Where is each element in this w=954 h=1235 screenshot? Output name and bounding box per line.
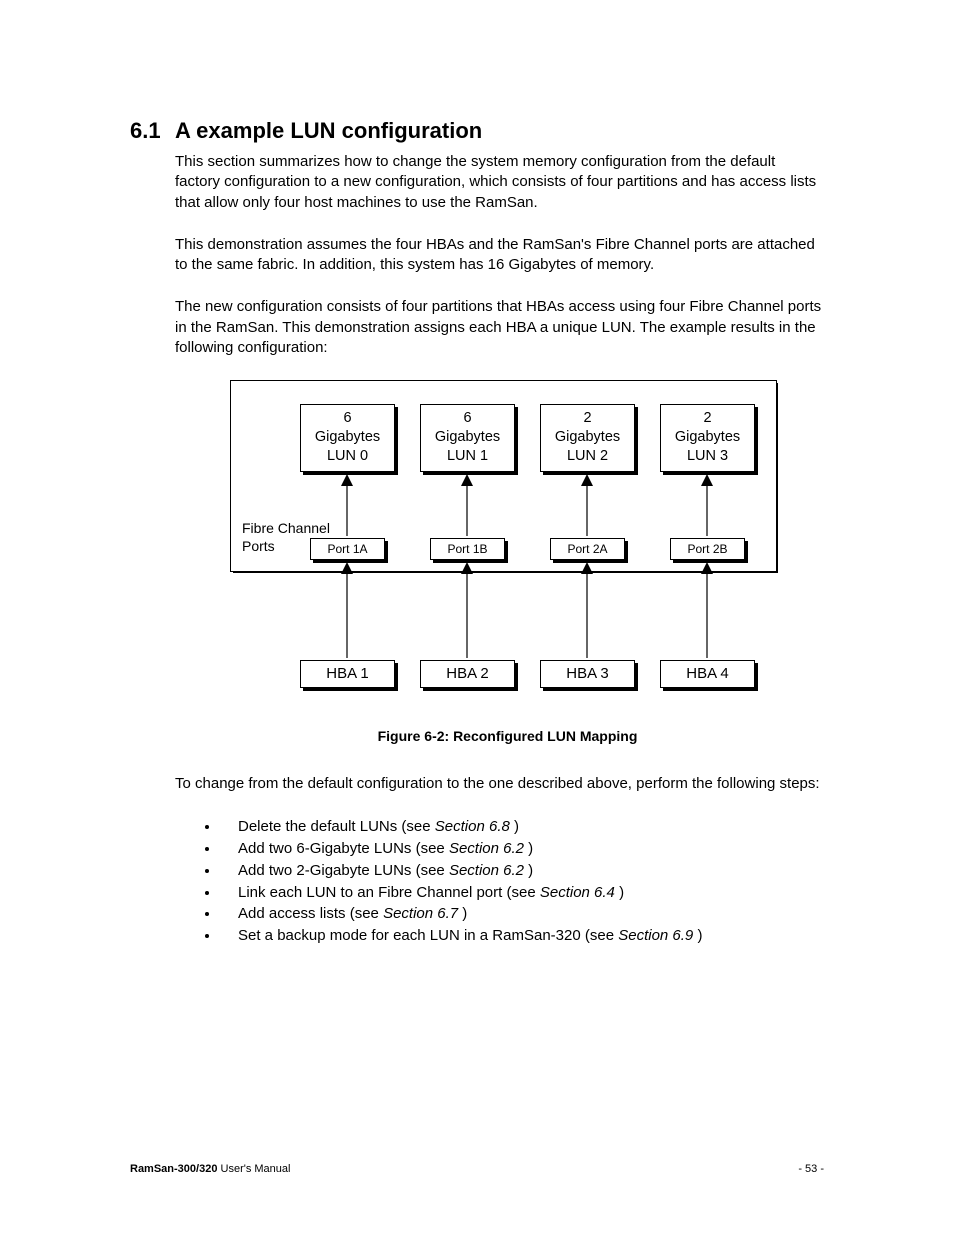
lun-box-3: 2 Gigabytes LUN 3 — [660, 404, 755, 472]
lun-unit: Gigabytes — [675, 429, 740, 445]
figure-wrap: 6 Gigabytes LUN 0 6 Gigabytes LUN 1 — [230, 380, 785, 744]
lun-box-0: 6 Gigabytes LUN 0 — [300, 404, 395, 472]
lun-name: LUN 0 — [327, 448, 368, 464]
hba-label: HBA 1 — [300, 660, 395, 688]
hba-box-4: HBA 4 — [660, 660, 755, 688]
step-item: Add access lists (see Section 6.7 ) — [220, 903, 824, 925]
lun-box-2: 2 Gigabytes LUN 2 — [540, 404, 635, 472]
paragraph-2: This demonstration assumes the four HBAs… — [175, 235, 824, 276]
page-footer: RamSan-300/320 User's Manual - 53 - — [130, 1163, 824, 1175]
lun-name: LUN 3 — [687, 448, 728, 464]
section-ref: Section 6.4 — [540, 884, 615, 901]
lun-unit: Gigabytes — [315, 429, 380, 445]
section-ref: Section 6.7 — [383, 905, 458, 922]
port-box-2b: Port 2B — [670, 538, 745, 560]
hba-row: HBA 1 HBA 2 HBA 3 HBA 4 — [300, 660, 755, 688]
port-label: Port 1A — [310, 538, 385, 560]
port-box-2a: Port 2A — [550, 538, 625, 560]
step-item: Link each LUN to an Fibre Channel port (… — [220, 882, 824, 904]
hba-label: HBA 3 — [540, 660, 635, 688]
section-title: A example LUN configuration — [175, 118, 482, 144]
lun-name: LUN 2 — [567, 448, 608, 464]
step-item: Set a backup mode for each LUN in a RamS… — [220, 925, 824, 947]
port-label: Port 2B — [670, 538, 745, 560]
lun-name: LUN 1 — [447, 448, 488, 464]
lun-diagram: 6 Gigabytes LUN 0 6 Gigabytes LUN 1 — [230, 380, 785, 700]
step-item: Add two 6-Gigabyte LUNs (see Section 6.2… — [220, 838, 824, 860]
footer-product: RamSan-300/320 — [130, 1163, 217, 1175]
footer-left: RamSan-300/320 User's Manual — [130, 1163, 290, 1175]
hba-box-3: HBA 3 — [540, 660, 635, 688]
paragraph-3: The new configuration consists of four p… — [175, 297, 824, 358]
footer-page-number: - 53 - — [798, 1163, 824, 1175]
fc-label-line2: Ports — [242, 538, 275, 554]
step-item: Delete the default LUNs (see Section 6.8… — [220, 816, 824, 838]
lun-size: 6 — [343, 410, 351, 426]
section-number: 6.1 — [130, 118, 175, 144]
port-box-1b: Port 1B — [430, 538, 505, 560]
lun-row: 6 Gigabytes LUN 0 6 Gigabytes LUN 1 — [300, 404, 755, 472]
section-ref: Section 6.2 — [449, 840, 524, 857]
port-box-1a: Port 1A — [310, 538, 385, 560]
port-label: Port 1B — [430, 538, 505, 560]
step-item: Add two 2-Gigabyte LUNs (see Section 6.2… — [220, 860, 824, 882]
lun-box-1: 6 Gigabytes LUN 1 — [420, 404, 515, 472]
port-label: Port 2A — [550, 538, 625, 560]
lun-size: 2 — [703, 410, 711, 426]
body-column: This section summarizes how to change th… — [175, 152, 824, 947]
hba-box-2: HBA 2 — [420, 660, 515, 688]
fc-label-line1: Fibre Channel — [242, 520, 330, 536]
section-ref: Section 6.8 — [435, 818, 510, 835]
footer-rest: User's Manual — [217, 1163, 290, 1175]
section-ref: Section 6.9 — [618, 927, 693, 944]
paragraph-after-figure: To change from the default configuration… — [175, 774, 824, 794]
lun-unit: Gigabytes — [435, 429, 500, 445]
lun-size: 2 — [583, 410, 591, 426]
hba-box-1: HBA 1 — [300, 660, 395, 688]
document-page: 6.1 A example LUN configuration This sec… — [0, 0, 954, 1235]
port-row: Port 1A Port 1B Port 2A Port 2B — [300, 538, 755, 560]
section-heading: 6.1 A example LUN configuration — [130, 118, 824, 144]
figure-caption: Figure 6-2: Reconfigured LUN Mapping — [230, 728, 785, 744]
lun-unit: Gigabytes — [555, 429, 620, 445]
steps-list: Delete the default LUNs (see Section 6.8… — [175, 816, 824, 947]
lun-size: 6 — [463, 410, 471, 426]
paragraph-1: This section summarizes how to change th… — [175, 152, 824, 213]
hba-label: HBA 2 — [420, 660, 515, 688]
section-ref: Section 6.2 — [449, 862, 524, 879]
hba-label: HBA 4 — [660, 660, 755, 688]
